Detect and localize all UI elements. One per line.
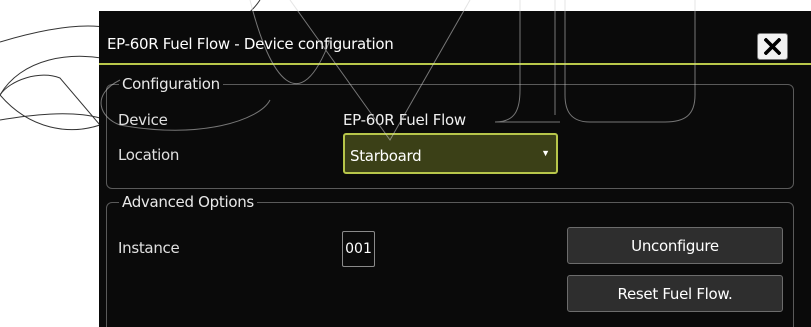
instance-input[interactable]: 001 (342, 231, 375, 267)
device-label: Device (118, 111, 168, 129)
dialog-titlebar: EP-60R Fuel Flow - Device configuration (99, 11, 811, 65)
location-dropdown[interactable]: Starboard ▼ (343, 133, 558, 174)
advanced-options-legend: Advanced Options (122, 193, 254, 211)
device-configuration-dialog: EP-60R Fuel Flow - Device configuration … (99, 11, 811, 327)
close-icon (764, 38, 781, 55)
location-label: Location (118, 146, 180, 164)
instance-label: Instance (118, 239, 180, 257)
caret-down-icon: ▼ (541, 148, 550, 158)
location-selected-value: Starboard (350, 147, 422, 165)
configuration-legend: Configuration (122, 75, 220, 93)
device-value: EP-60R Fuel Flow (343, 111, 466, 129)
reset-fuel-flow-button[interactable]: Reset Fuel Flow. (567, 275, 783, 312)
close-button[interactable] (757, 33, 788, 60)
unconfigure-button[interactable]: Unconfigure (567, 227, 783, 264)
dialog-title: EP-60R Fuel Flow - Device configuration (107, 35, 394, 53)
